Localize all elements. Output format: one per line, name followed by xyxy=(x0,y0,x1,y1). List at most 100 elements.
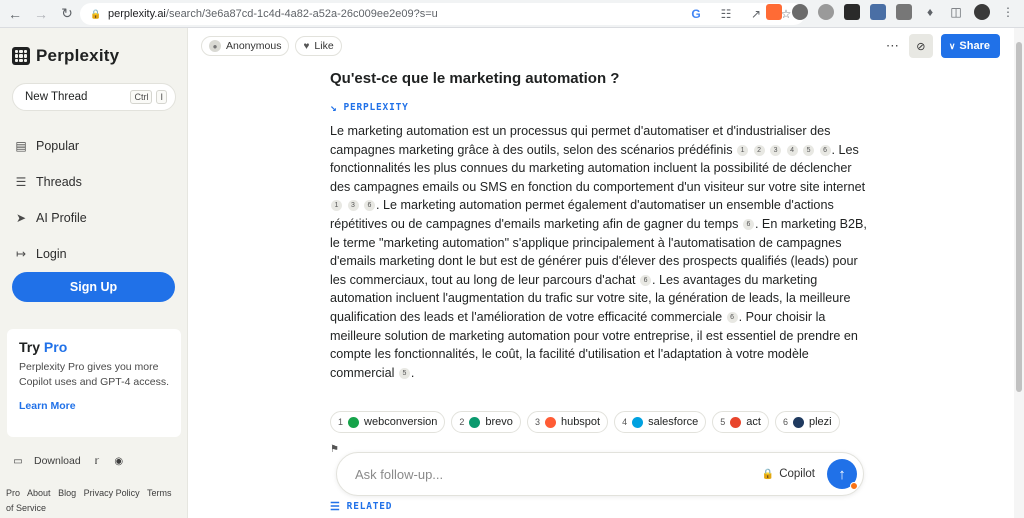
thread-meta: ● Anonymous ♥ Like xyxy=(201,36,342,56)
footer-links: Pro About Blog Privacy Policy Terms of S… xyxy=(6,486,176,516)
share-label: Share xyxy=(959,40,990,52)
extension-icon-6[interactable] xyxy=(896,4,912,20)
puzzle-icon[interactable]: ♦ xyxy=(922,4,938,20)
sidebar-item-ai-profile[interactable]: ➤ AI Profile xyxy=(14,200,87,236)
extension-icon-2[interactable] xyxy=(792,4,808,20)
share-button[interactable]: ∨ Share xyxy=(940,34,1000,58)
visibility-off-icon[interactable]: ⊘ xyxy=(908,34,933,58)
download-icon: ▭ xyxy=(13,455,23,467)
extension-icon-1[interactable] xyxy=(766,4,782,20)
citation-badge[interactable]: 6 xyxy=(819,144,831,156)
citation-badge[interactable]: 6 xyxy=(364,200,375,212)
source-name: plezi xyxy=(808,416,832,428)
back-arrow-icon[interactable]: ← xyxy=(4,3,26,25)
sidebar-item-threads[interactable]: ☰ Threads xyxy=(14,164,87,200)
perplexity-logo[interactable]: Perplexity xyxy=(12,46,119,66)
related-section-label: ☰ RELATED xyxy=(330,500,392,513)
learn-more-link[interactable]: Learn More xyxy=(19,400,169,412)
related-label: RELATED xyxy=(346,501,393,512)
browser-toolbar: ← → ↻ 🔒 perplexity.ai/search/3e6a87cd-1c… xyxy=(0,0,1024,28)
copilot-toggle[interactable]: 🔒 Copilot xyxy=(762,468,815,480)
citation-badge[interactable]: 6 xyxy=(742,218,754,230)
source-name: salesforce xyxy=(648,416,699,428)
sidebar-item-label: Threads xyxy=(36,175,82,189)
footer-link-blog[interactable]: Blog xyxy=(58,488,76,498)
pro-card-description: Perplexity Pro gives you more Copilot us… xyxy=(19,361,169,388)
citation-badge[interactable]: 5 xyxy=(803,144,815,156)
arrow-down-right-icon: ↘ xyxy=(330,101,338,114)
new-thread-label: New Thread xyxy=(25,91,88,103)
source-favicon-icon xyxy=(792,416,804,428)
download-link[interactable]: Download xyxy=(34,455,81,467)
new-thread-button[interactable]: New Thread Ctrl I xyxy=(12,83,176,111)
extension-icon-4[interactable] xyxy=(844,4,860,20)
question-title: Qu'est-ce que le marketing automation ? xyxy=(330,70,620,87)
sidebar-item-login[interactable]: ↦ Login xyxy=(14,236,87,272)
citation-badge[interactable]: 4 xyxy=(786,144,798,156)
sidepanel-icon[interactable]: ◫ xyxy=(948,4,964,20)
answer-segment: . xyxy=(410,365,415,380)
share-page-icon[interactable]: ↗ xyxy=(748,6,764,22)
answer-text: Le marketing automation est un processus… xyxy=(330,122,870,382)
footer-link-pro[interactable]: Pro xyxy=(6,488,20,498)
sources-list: 1 webconversion 2 brevo 3 hubspot 4 salesforce 5… xyxy=(330,411,840,433)
citation-badge[interactable]: 3 xyxy=(770,144,782,156)
submit-button[interactable]: ↑ xyxy=(827,459,858,490)
source-chip[interactable]: 1 webconversion xyxy=(330,411,446,433)
citation-badge[interactable]: 6 xyxy=(726,311,738,323)
source-favicon-icon xyxy=(632,416,644,428)
thread-actions: ⋯ ⊘ ∨ Share xyxy=(883,34,1000,58)
source-chip[interactable]: 2 brevo xyxy=(451,411,521,433)
source-chip[interactable]: 3 hubspot xyxy=(526,411,609,433)
reload-icon[interactable]: ↻ xyxy=(56,3,78,25)
source-name: hubspot xyxy=(560,416,601,428)
forward-arrow-icon[interactable]: → xyxy=(30,3,52,25)
pro-card-title: Try Pro xyxy=(19,339,169,355)
scrollbar-thumb[interactable] xyxy=(1016,42,1022,392)
extension-icon-5[interactable] xyxy=(870,4,886,20)
menu-dots-icon[interactable]: ⋮ xyxy=(1000,4,1016,20)
extension-icon-3[interactable] xyxy=(818,4,834,20)
source-number: 3 xyxy=(534,417,540,427)
sidebar-item-label: AI Profile xyxy=(36,211,87,225)
source-number: 4 xyxy=(622,417,628,427)
signup-button[interactable]: Sign Up xyxy=(12,272,175,302)
ask-input[interactable]: Ask follow-up... xyxy=(355,467,443,482)
sidebar-item-label: Login xyxy=(36,247,67,261)
pro-card-title-try: Try xyxy=(19,339,41,355)
citation-badge[interactable]: 2 xyxy=(753,144,765,156)
source-favicon-icon xyxy=(544,416,556,428)
ask-followup-bar[interactable]: Ask follow-up... 🔒 Copilot ↑ xyxy=(336,452,864,496)
discord-icon[interactable]: ◉ xyxy=(113,455,125,467)
footer-link-privacy[interactable]: Privacy Policy xyxy=(84,488,140,498)
translate-icon[interactable]: ☷ xyxy=(718,6,734,22)
footer-link-about[interactable]: About xyxy=(27,488,51,498)
source-name: webconversion xyxy=(364,416,438,428)
anonymous-avatar-icon: ● xyxy=(209,40,221,52)
copilot-label: Copilot xyxy=(779,468,815,480)
citation-badge[interactable]: 5 xyxy=(398,367,410,379)
sidebar-nav: ▤ Popular ☰ Threads ➤ AI Profile ↦ Login xyxy=(14,128,87,272)
citation-badge[interactable]: 3 xyxy=(347,200,359,212)
more-options-icon[interactable]: ⋯ xyxy=(883,38,901,54)
lock-icon: 🔒 xyxy=(90,9,102,19)
author-pill[interactable]: ● Anonymous xyxy=(201,36,290,56)
kbd-ctrl: Ctrl xyxy=(130,90,153,104)
source-chip[interactable]: 5 act xyxy=(712,411,769,433)
like-button[interactable]: ♥ Like xyxy=(295,36,342,56)
scrollbar[interactable] xyxy=(1014,28,1024,518)
source-chip[interactable]: 6 plezi xyxy=(774,411,840,433)
citation-badge[interactable]: 1 xyxy=(737,144,749,156)
source-label: PERPLEXITY xyxy=(343,102,409,113)
sidebar-item-popular[interactable]: ▤ Popular xyxy=(14,128,87,164)
citation-badge[interactable]: 6 xyxy=(640,274,652,286)
login-icon: ↦ xyxy=(15,247,27,261)
google-icon[interactable]: G xyxy=(688,6,704,22)
citation-badge[interactable]: 1 xyxy=(331,200,342,212)
twitter-icon[interactable]: 𝕣 xyxy=(91,455,103,467)
kbd-key: I xyxy=(156,90,167,104)
source-chip[interactable]: 4 salesforce xyxy=(614,411,707,433)
profile-avatar[interactable] xyxy=(974,4,990,20)
send-icon: ➤ xyxy=(15,211,27,225)
url-path: /search/3e6a87cd-1c4d-4a82-a52a-26c009ee… xyxy=(165,8,438,20)
